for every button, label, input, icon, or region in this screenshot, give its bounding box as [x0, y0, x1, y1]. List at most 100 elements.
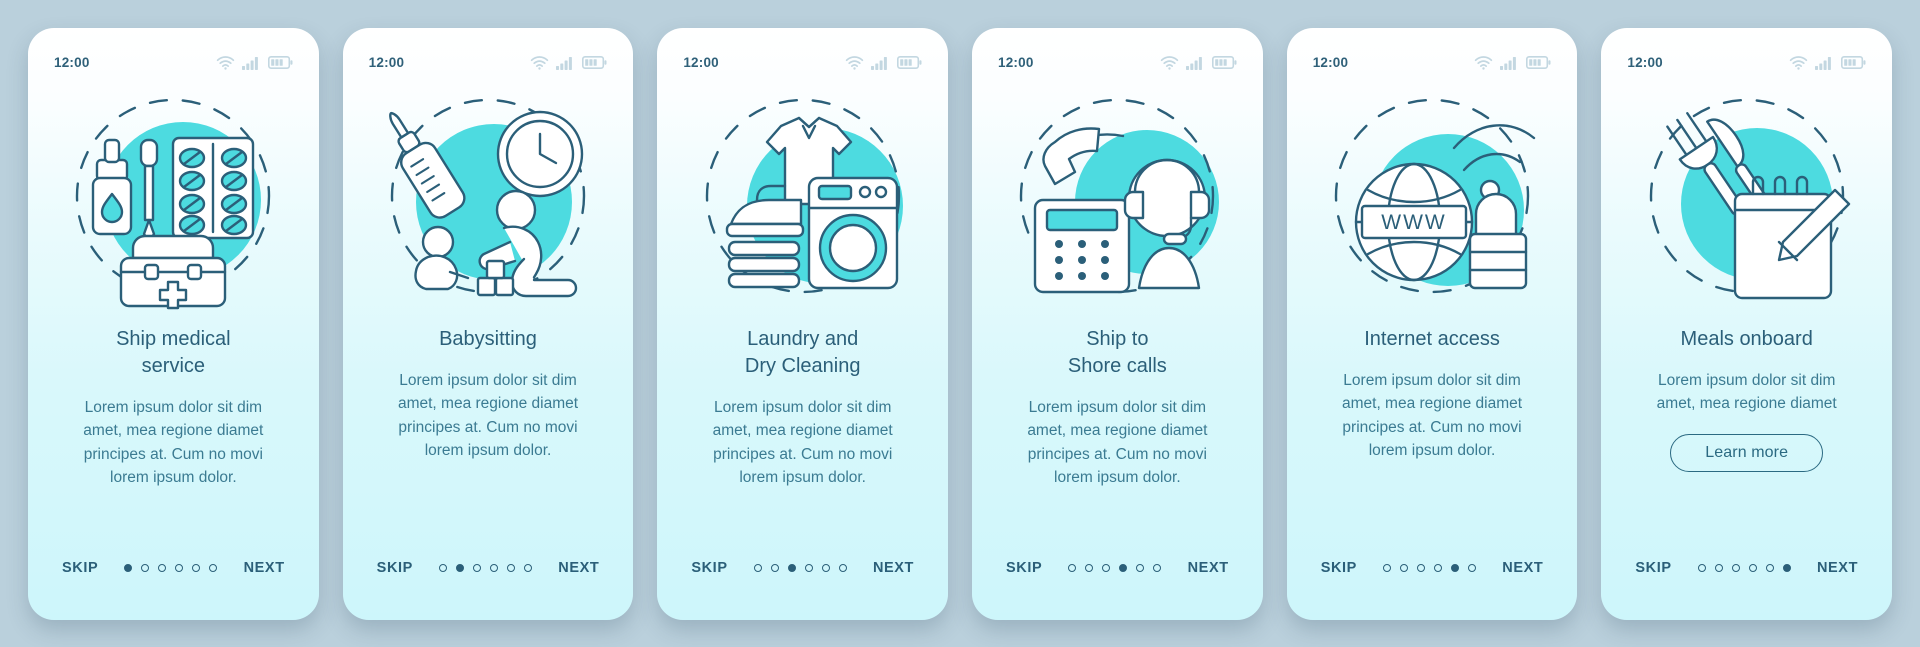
- status-bar-icons: [530, 55, 607, 70]
- card-footer: SKIP NEXT: [990, 534, 1245, 620]
- pagination-dot[interactable]: [158, 563, 167, 572]
- pagination-dot[interactable]: [1714, 563, 1723, 572]
- pagination-dot[interactable]: [507, 563, 516, 572]
- status-bar: 12:00: [990, 50, 1245, 76]
- status-bar-icons: [216, 55, 293, 70]
- pagination-dot[interactable]: [1468, 563, 1477, 572]
- pagination-dot[interactable]: [473, 563, 482, 572]
- pagination-dot[interactable]: [1697, 563, 1706, 572]
- pagination-dot[interactable]: [1731, 563, 1740, 572]
- pagination-dot[interactable]: [821, 563, 830, 572]
- pagination-dot[interactable]: [1136, 563, 1145, 572]
- pagination-dot[interactable]: [1782, 563, 1791, 572]
- pagination-dot[interactable]: [209, 563, 218, 572]
- status-bar-clock: 12:00: [368, 55, 405, 70]
- pagination-dot[interactable]: [804, 563, 813, 572]
- pagination-dots: [439, 563, 533, 572]
- skip-button[interactable]: SKIP: [1006, 560, 1042, 576]
- pagination-dot[interactable]: [141, 563, 150, 572]
- card-description: Lorem ipsum dolor sit dim amet, mea regi…: [397, 371, 579, 460]
- next-button[interactable]: NEXT: [1817, 560, 1858, 576]
- pagination-dot[interactable]: [787, 563, 796, 572]
- pagination-dot[interactable]: [175, 563, 184, 572]
- onboarding-card-3: 12:00 Laundry and Dry Cleaning Lorem ips…: [657, 27, 949, 620]
- pagination-dots: [753, 563, 847, 572]
- card-footer: SKIP NEXT: [1305, 534, 1560, 620]
- pagination-dot[interactable]: [192, 563, 201, 572]
- status-bar: 12:00: [675, 50, 930, 76]
- babysitting-icon: [361, 80, 616, 312]
- card-footer: SKIP NEXT: [46, 534, 301, 620]
- card-text-block: Meals onboard Lorem ipsum dolor sit dim …: [1619, 312, 1874, 534]
- card-title: Meals onboard: [1680, 327, 1813, 350]
- pagination-dot[interactable]: [1153, 563, 1162, 572]
- pagination-dot[interactable]: [490, 563, 499, 572]
- pagination-dots: [1697, 563, 1791, 572]
- skip-button[interactable]: SKIP: [691, 560, 727, 576]
- pagination-dot[interactable]: [1102, 563, 1111, 572]
- status-bar: 12:00: [46, 50, 301, 76]
- pagination-dot[interactable]: [1383, 563, 1392, 572]
- pagination-dot[interactable]: [1748, 563, 1757, 572]
- card-title: Laundry and Dry Cleaning: [744, 327, 861, 377]
- pagination-dot[interactable]: [838, 563, 847, 572]
- signal-icon: [871, 56, 890, 70]
- status-bar-icons: [1474, 55, 1551, 70]
- pagination-dots: [124, 563, 218, 572]
- wifi-icon: [216, 55, 235, 70]
- medical-kit-icon: [46, 80, 301, 312]
- card-description: Lorem ipsum dolor sit dim amet, mea regi…: [1341, 371, 1523, 460]
- pagination-dot[interactable]: [1400, 563, 1409, 572]
- skip-button[interactable]: SKIP: [377, 560, 413, 576]
- pagination-dot[interactable]: [1434, 563, 1443, 572]
- pagination-dots: [1068, 563, 1162, 572]
- pagination-dots: [1383, 563, 1477, 572]
- pagination-dot[interactable]: [1119, 563, 1128, 572]
- wifi-icon: [530, 55, 549, 70]
- learn-more-button[interactable]: Learn more: [1670, 433, 1824, 472]
- card-footer: SKIP NEXT: [675, 534, 930, 620]
- next-button[interactable]: NEXT: [1502, 560, 1543, 576]
- pagination-dot[interactable]: [770, 563, 779, 572]
- battery-icon: [1841, 56, 1866, 69]
- card-title: Ship to Shore calls: [1067, 327, 1167, 377]
- card-text-block: Laundry and Dry Cleaning Lorem ipsum dol…: [675, 312, 930, 534]
- pagination-dot[interactable]: [1068, 563, 1077, 572]
- next-button[interactable]: NEXT: [558, 560, 599, 576]
- wifi-icon: [1474, 55, 1493, 70]
- next-button[interactable]: NEXT: [244, 560, 285, 576]
- status-bar-icons: [845, 55, 922, 70]
- wifi-icon: [1789, 55, 1808, 70]
- pagination-dot[interactable]: [753, 563, 762, 572]
- onboarding-card-4: 12:00 Ship to Shore calls Lorem ipsum do…: [972, 27, 1263, 620]
- pagination-dot[interactable]: [439, 563, 448, 572]
- pagination-dot[interactable]: [456, 563, 465, 572]
- status-bar: 12:00: [1619, 50, 1874, 76]
- next-button[interactable]: NEXT: [1188, 560, 1229, 576]
- pagination-dot[interactable]: [524, 563, 533, 572]
- battery-icon: [1526, 56, 1551, 69]
- pagination-dot[interactable]: [1451, 563, 1460, 572]
- skip-button[interactable]: SKIP: [1635, 560, 1671, 576]
- meals-onboard-icon: [1619, 80, 1874, 312]
- card-text-block: Ship to Shore calls Lorem ipsum dolor si…: [990, 312, 1245, 534]
- card-description: Lorem ipsum dolor sit dim amet, mea regi…: [83, 398, 264, 487]
- shore-calls-icon: [990, 80, 1245, 312]
- status-bar: 12:00: [361, 50, 616, 76]
- laundry-icon: [675, 80, 930, 312]
- status-bar-clock: 12:00: [683, 55, 719, 70]
- pagination-dot[interactable]: [124, 563, 133, 572]
- wifi-icon: [845, 55, 864, 70]
- signal-icon: [556, 56, 575, 70]
- onboarding-card-2: 12:00 Babysitting Lorem ipsum dolor sit …: [342, 27, 634, 620]
- skip-button[interactable]: SKIP: [62, 560, 98, 576]
- skip-button[interactable]: SKIP: [1321, 560, 1357, 576]
- onboarding-card-6: 12:00 Meals onboard Lorem ipsum dolor si…: [1601, 27, 1893, 620]
- onboarding-screens-board: 12:00 Ship medical service Lorem ipsum d…: [0, 0, 1920, 647]
- pagination-dot[interactable]: [1417, 563, 1426, 572]
- next-button[interactable]: NEXT: [873, 560, 914, 576]
- pagination-dot[interactable]: [1765, 563, 1774, 572]
- wifi-icon: [1160, 55, 1179, 70]
- internet-access-icon: WWW: [1305, 80, 1560, 312]
- pagination-dot[interactable]: [1085, 563, 1094, 572]
